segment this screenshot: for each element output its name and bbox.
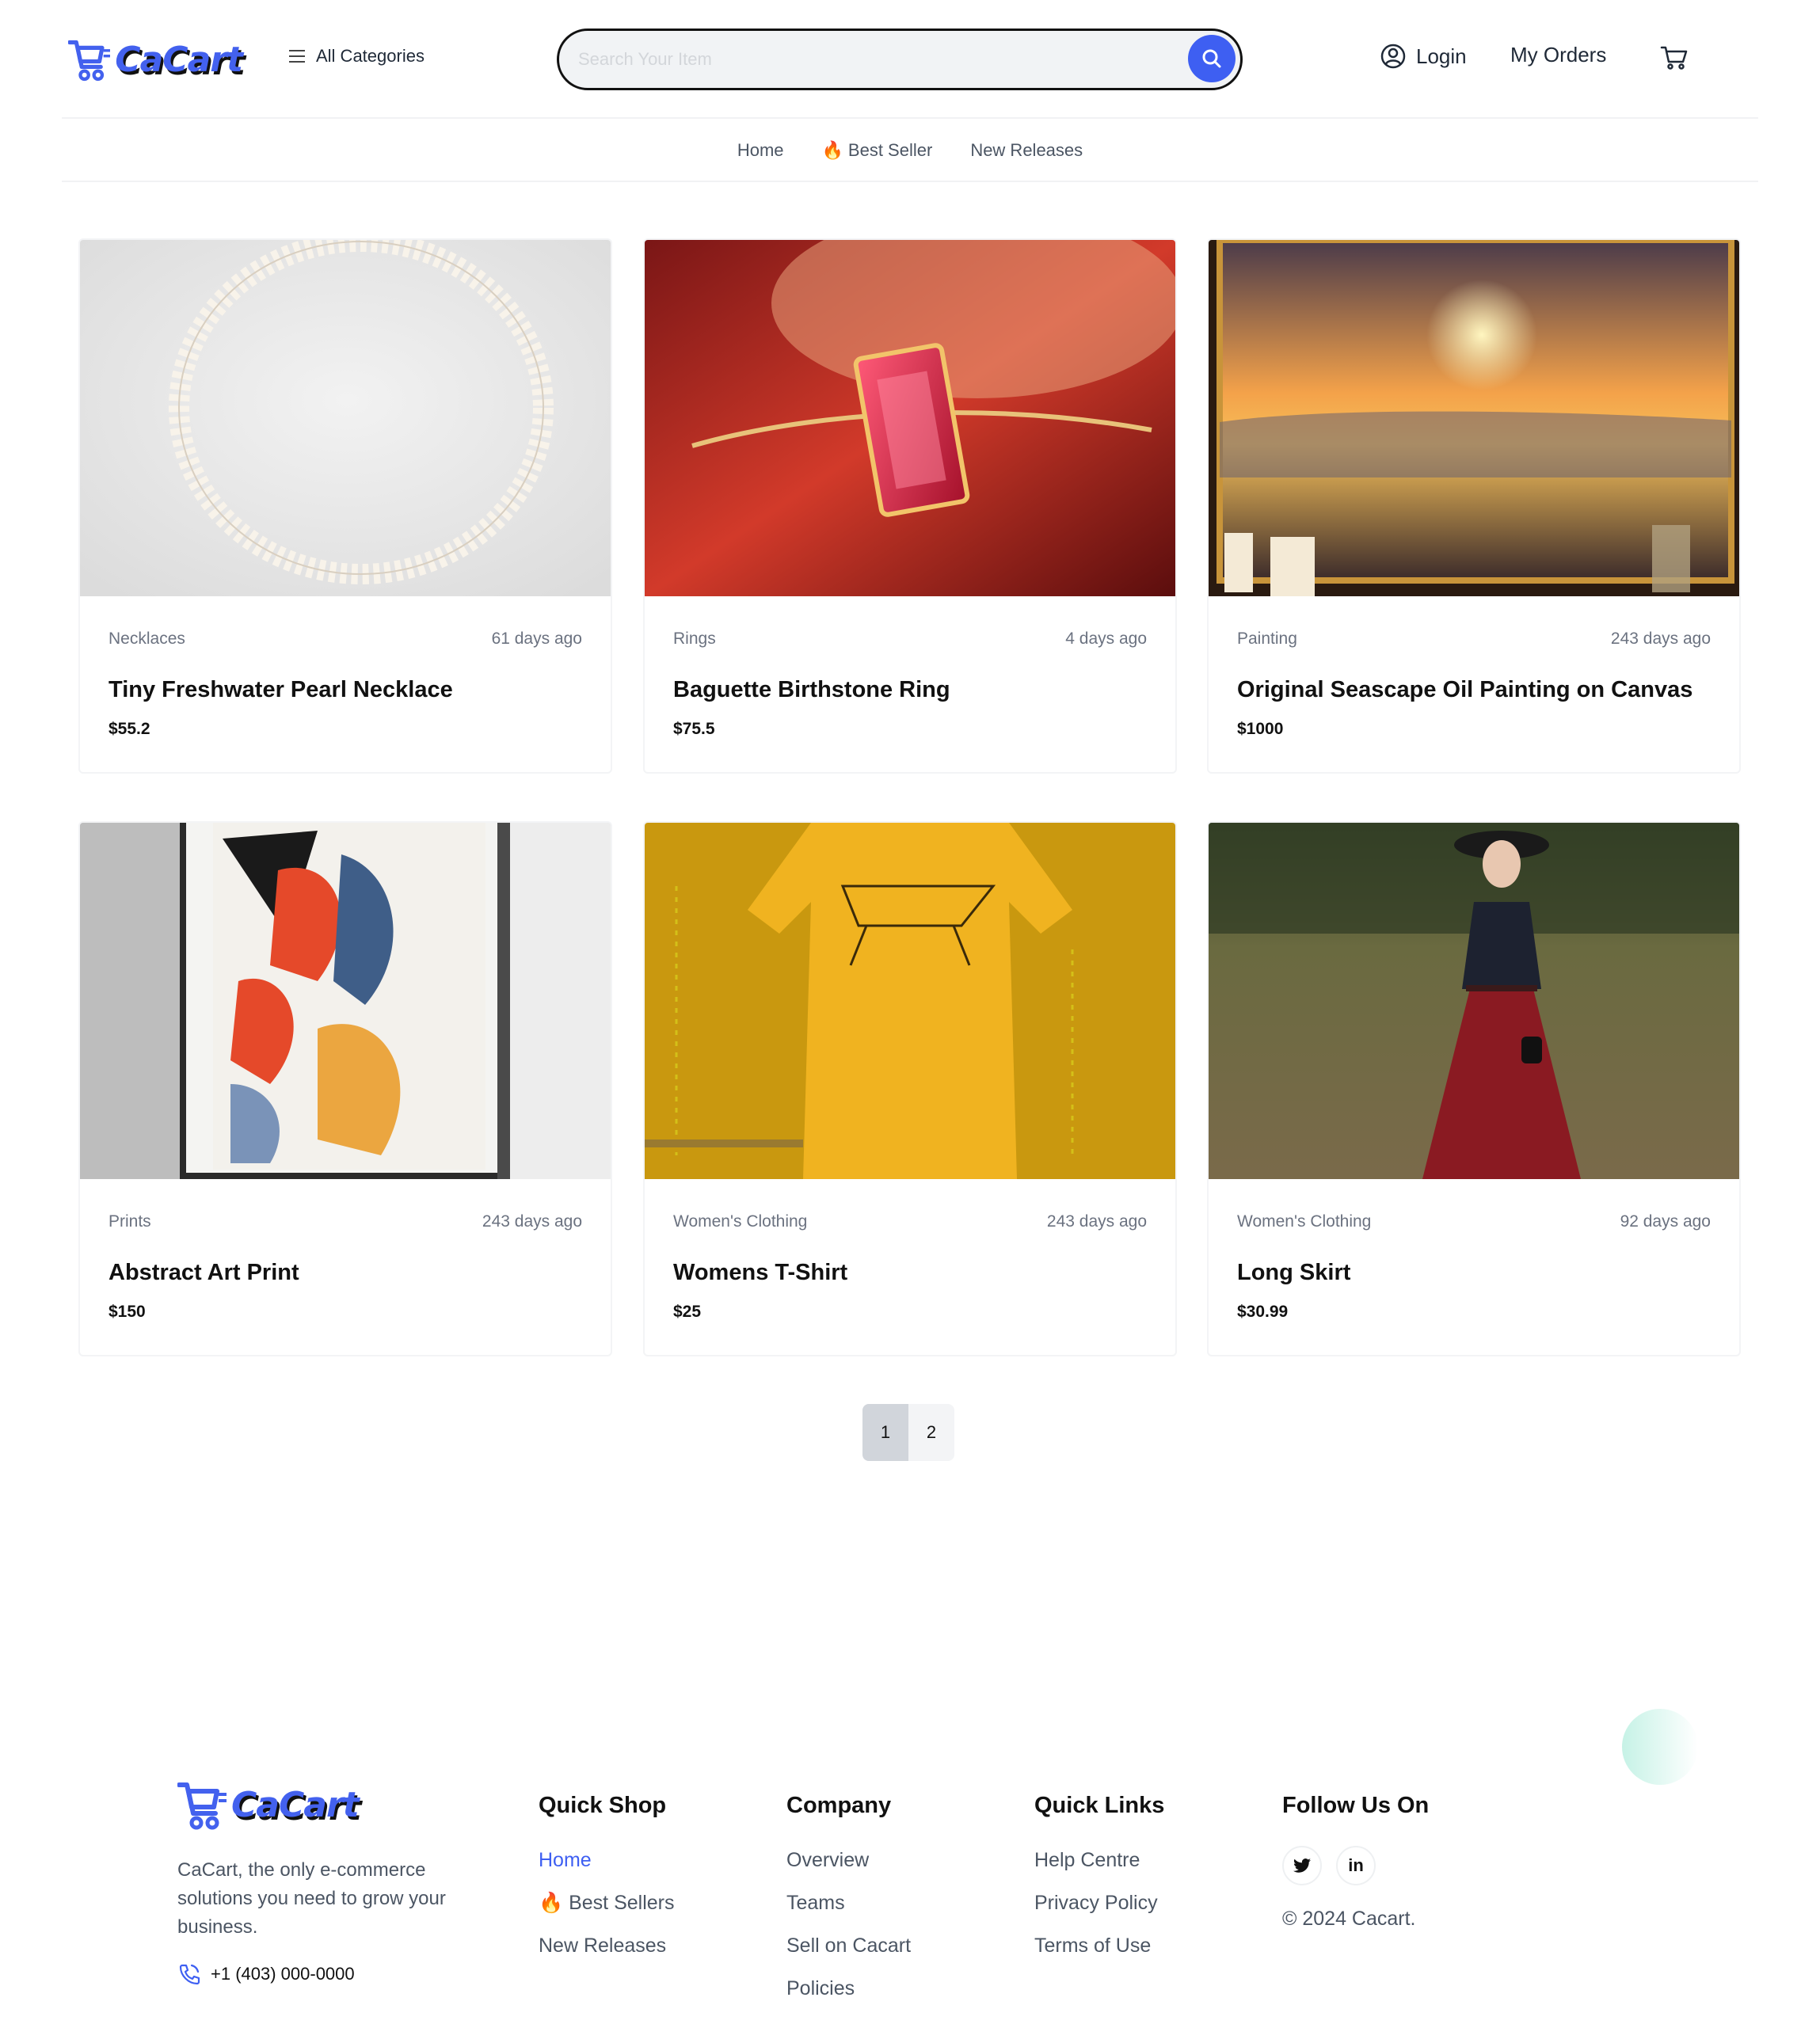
product-title[interactable]: Womens T-Shirt <box>673 1260 847 1286</box>
product-image-pearl-necklace <box>80 240 611 596</box>
my-orders-label: My Orders <box>1510 43 1607 67</box>
footer-quick-links-heading: Quick Links <box>1034 1793 1165 1818</box>
nav-new-releases[interactable]: New Releases <box>970 140 1083 161</box>
cart-button[interactable] <box>1660 44 1689 71</box>
footer-logo[interactable]: CaCart <box>177 1779 360 1831</box>
logo-text: CaCart <box>115 39 243 80</box>
all-categories-label: All Categories <box>316 46 425 66</box>
user-icon <box>1380 44 1406 69</box>
product-image-long-skirt <box>1209 823 1739 1179</box>
product-card[interactable]: Prints 243 days ago Abstract Art Print $… <box>78 821 612 1356</box>
product-title[interactable]: Tiny Freshwater Pearl Necklace <box>109 677 453 703</box>
product-image-ring <box>645 240 1175 596</box>
product-price: $75.5 <box>673 720 715 738</box>
footer-link-help[interactable]: Help Centre <box>1034 1846 1164 1889</box>
product-price: $25 <box>673 1303 702 1321</box>
shopping-cart-icon <box>1660 46 1688 70</box>
product-age: 243 days ago <box>1046 1212 1147 1231</box>
fire-icon: 🔥 <box>821 140 843 160</box>
product-image-seascape-painting <box>1209 240 1739 596</box>
footer-link-home[interactable]: Home <box>539 1846 674 1889</box>
product-card[interactable]: Women's Clothing 92 days ago Long Skirt … <box>1207 821 1741 1356</box>
page-2-button[interactable]: 2 <box>908 1404 954 1461</box>
product-title[interactable]: Original Seascape Oil Painting on Canvas <box>1237 677 1692 703</box>
search-input[interactable] <box>578 31 1172 88</box>
product-card[interactable]: Rings 4 days ago Baguette Birthstone Rin… <box>643 238 1177 774</box>
logo[interactable]: CaCart <box>68 29 243 90</box>
product-image-abstract-print <box>80 823 611 1179</box>
product-price: $55.2 <box>109 720 150 738</box>
product-age: 61 days ago <box>491 630 582 648</box>
search-button[interactable] <box>1188 35 1236 82</box>
product-age: 4 days ago <box>1065 630 1147 648</box>
footer-link-terms[interactable]: Terms of Use <box>1034 1931 1164 1974</box>
pagination: 1 2 <box>862 1404 954 1461</box>
footer-link-teams[interactable]: Teams <box>786 1889 911 1931</box>
product-title[interactable]: Long Skirt <box>1237 1260 1350 1286</box>
footer-phone[interactable]: +1 (403) 000-0000 <box>177 1962 355 1986</box>
product-card[interactable]: Women's Clothing 243 days ago Womens T-S… <box>643 821 1177 1356</box>
footer-logo-text: CaCart <box>231 1784 360 1825</box>
linkedin-link[interactable]: in <box>1336 1846 1376 1885</box>
social-links: in <box>1282 1846 1429 1885</box>
footer-quick-shop-heading: Quick Shop <box>539 1793 667 1818</box>
footer-follow: Follow Us On in © 2024 Cacart. <box>1282 1793 1429 1931</box>
main-nav: Home 🔥 Best Seller New Releases <box>62 120 1758 182</box>
footer-quick-shop: Quick Shop Home 🔥 Best Sellers New Relea… <box>539 1793 674 1974</box>
footer-company-heading: Company <box>786 1793 892 1818</box>
product-image-womens-tshirt <box>645 823 1175 1179</box>
footer-description: CaCart, the only e-commerce solutions yo… <box>177 1859 446 1938</box>
product-category: Necklaces <box>109 630 185 648</box>
footer-link-sell[interactable]: Sell on Cacart <box>786 1931 911 1974</box>
phone-icon <box>179 1964 200 1985</box>
twitter-link[interactable] <box>1282 1846 1322 1885</box>
footer-link-policies[interactable]: Policies <box>786 1974 911 2017</box>
search-bar <box>557 29 1243 90</box>
product-price: $1000 <box>1237 720 1284 738</box>
login-label: Login <box>1416 44 1467 68</box>
product-category: Women's Clothing <box>673 1212 808 1231</box>
twitter-icon <box>1293 1859 1311 1873</box>
footer-link-best-sellers-label: Best Sellers <box>569 1892 675 1914</box>
login-button[interactable]: Login <box>1380 43 1467 70</box>
product-age: 92 days ago <box>1620 1212 1711 1231</box>
product-category: Prints <box>109 1212 151 1231</box>
fire-icon: 🔥 <box>539 1892 564 1914</box>
product-title[interactable]: Abstract Art Print <box>109 1260 299 1286</box>
footer-follow-heading: Follow Us On <box>1282 1793 1430 1818</box>
footer-link-privacy[interactable]: Privacy Policy <box>1034 1889 1164 1931</box>
product-card[interactable]: Painting 243 days ago Original Seascape … <box>1207 238 1741 774</box>
site-header: CaCart All Categories Login My Orders <box>62 0 1758 119</box>
linkedin-icon: in <box>1348 1855 1364 1875</box>
phone-number: +1 (403) 000-0000 <box>211 1964 355 1984</box>
all-categories-button[interactable]: All Categories <box>289 46 425 67</box>
nav-best-seller[interactable]: 🔥 Best Seller <box>822 140 933 161</box>
product-category: Painting <box>1237 630 1297 648</box>
product-age: 243 days ago <box>1610 630 1711 648</box>
footer-link-overview[interactable]: Overview <box>786 1846 911 1889</box>
product-card[interactable]: Necklaces 61 days ago Tiny Freshwater Pe… <box>78 238 612 774</box>
footer-link-new-releases[interactable]: New Releases <box>539 1931 674 1974</box>
footer-link-best-sellers[interactable]: 🔥 Best Sellers <box>539 1889 674 1931</box>
decorative-bubble <box>1622 1709 1698 1785</box>
my-orders-link[interactable]: My Orders <box>1510 43 1606 67</box>
product-price: $150 <box>109 1303 146 1321</box>
nav-best-seller-label: Best Seller <box>847 140 933 160</box>
copyright: © 2024 Cacart. <box>1282 1908 1416 1930</box>
footer-quick-links: Quick Links Help Centre Privacy Policy T… <box>1034 1793 1164 1974</box>
footer-company: Company Overview Teams Sell on Cacart Po… <box>786 1793 911 2017</box>
product-category: Rings <box>673 630 716 648</box>
page-1-button[interactable]: 1 <box>862 1404 908 1461</box>
search-icon <box>1202 49 1221 68</box>
product-title[interactable]: Baguette Birthstone Ring <box>673 677 950 703</box>
menu-icon <box>289 50 305 63</box>
nav-home[interactable]: Home <box>737 140 784 161</box>
product-price: $30.99 <box>1237 1303 1289 1321</box>
cart-logo-icon <box>68 40 111 82</box>
product-age: 243 days ago <box>482 1212 582 1231</box>
product-category: Women's Clothing <box>1237 1212 1372 1231</box>
cart-logo-icon <box>177 1782 227 1830</box>
